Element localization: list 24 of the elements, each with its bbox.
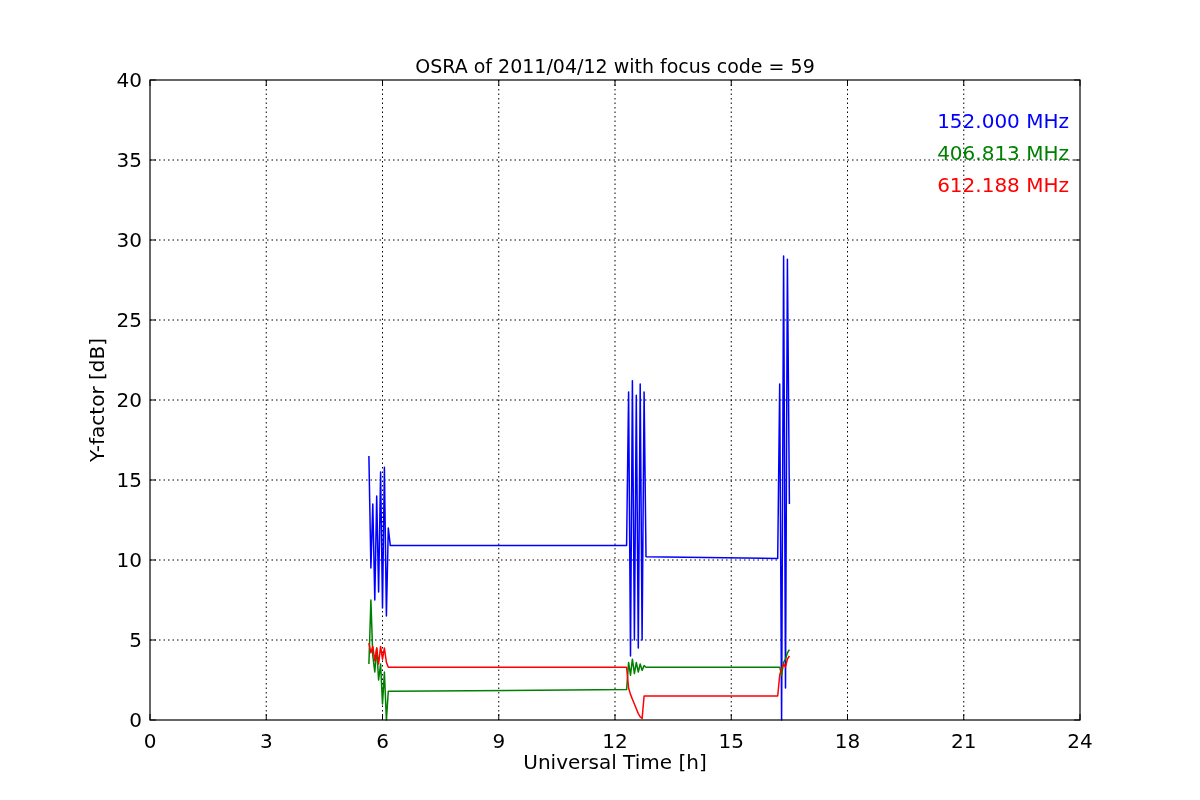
tick-label: 35 [116,148,142,172]
tick-label: 0 [143,729,157,753]
tick-label: 25 [116,308,142,332]
axis-label: Universal Time [h] [523,750,707,774]
tick-label: 24 [1067,729,1093,753]
tick-label: 40 [116,68,142,92]
tick-label: 18 [834,729,861,753]
tick-label: 0 [129,708,142,732]
tick-label: 6 [376,729,389,753]
tick-label: 30 [116,228,142,252]
chart-title: OSRA of 2011/04/12 with focus code = 59 [415,55,815,77]
tick-label: 5 [129,628,142,652]
tick-label: 12 [602,729,628,753]
tick-label: 9 [492,729,506,753]
tick-label: 15 [116,468,142,492]
tick-label: 15 [718,729,744,753]
tick-label: 20 [116,388,142,412]
tick-label: 21 [951,729,977,753]
tick-label: 10 [116,548,142,572]
legend-label: 612.188 MHz [937,173,1069,197]
legend-label: 406.813 MHz [937,141,1069,165]
tick-label: 3 [259,729,273,753]
legend-label: 152.000 MHz [937,109,1069,133]
axis-label: Y-factor [dB] [85,338,109,462]
